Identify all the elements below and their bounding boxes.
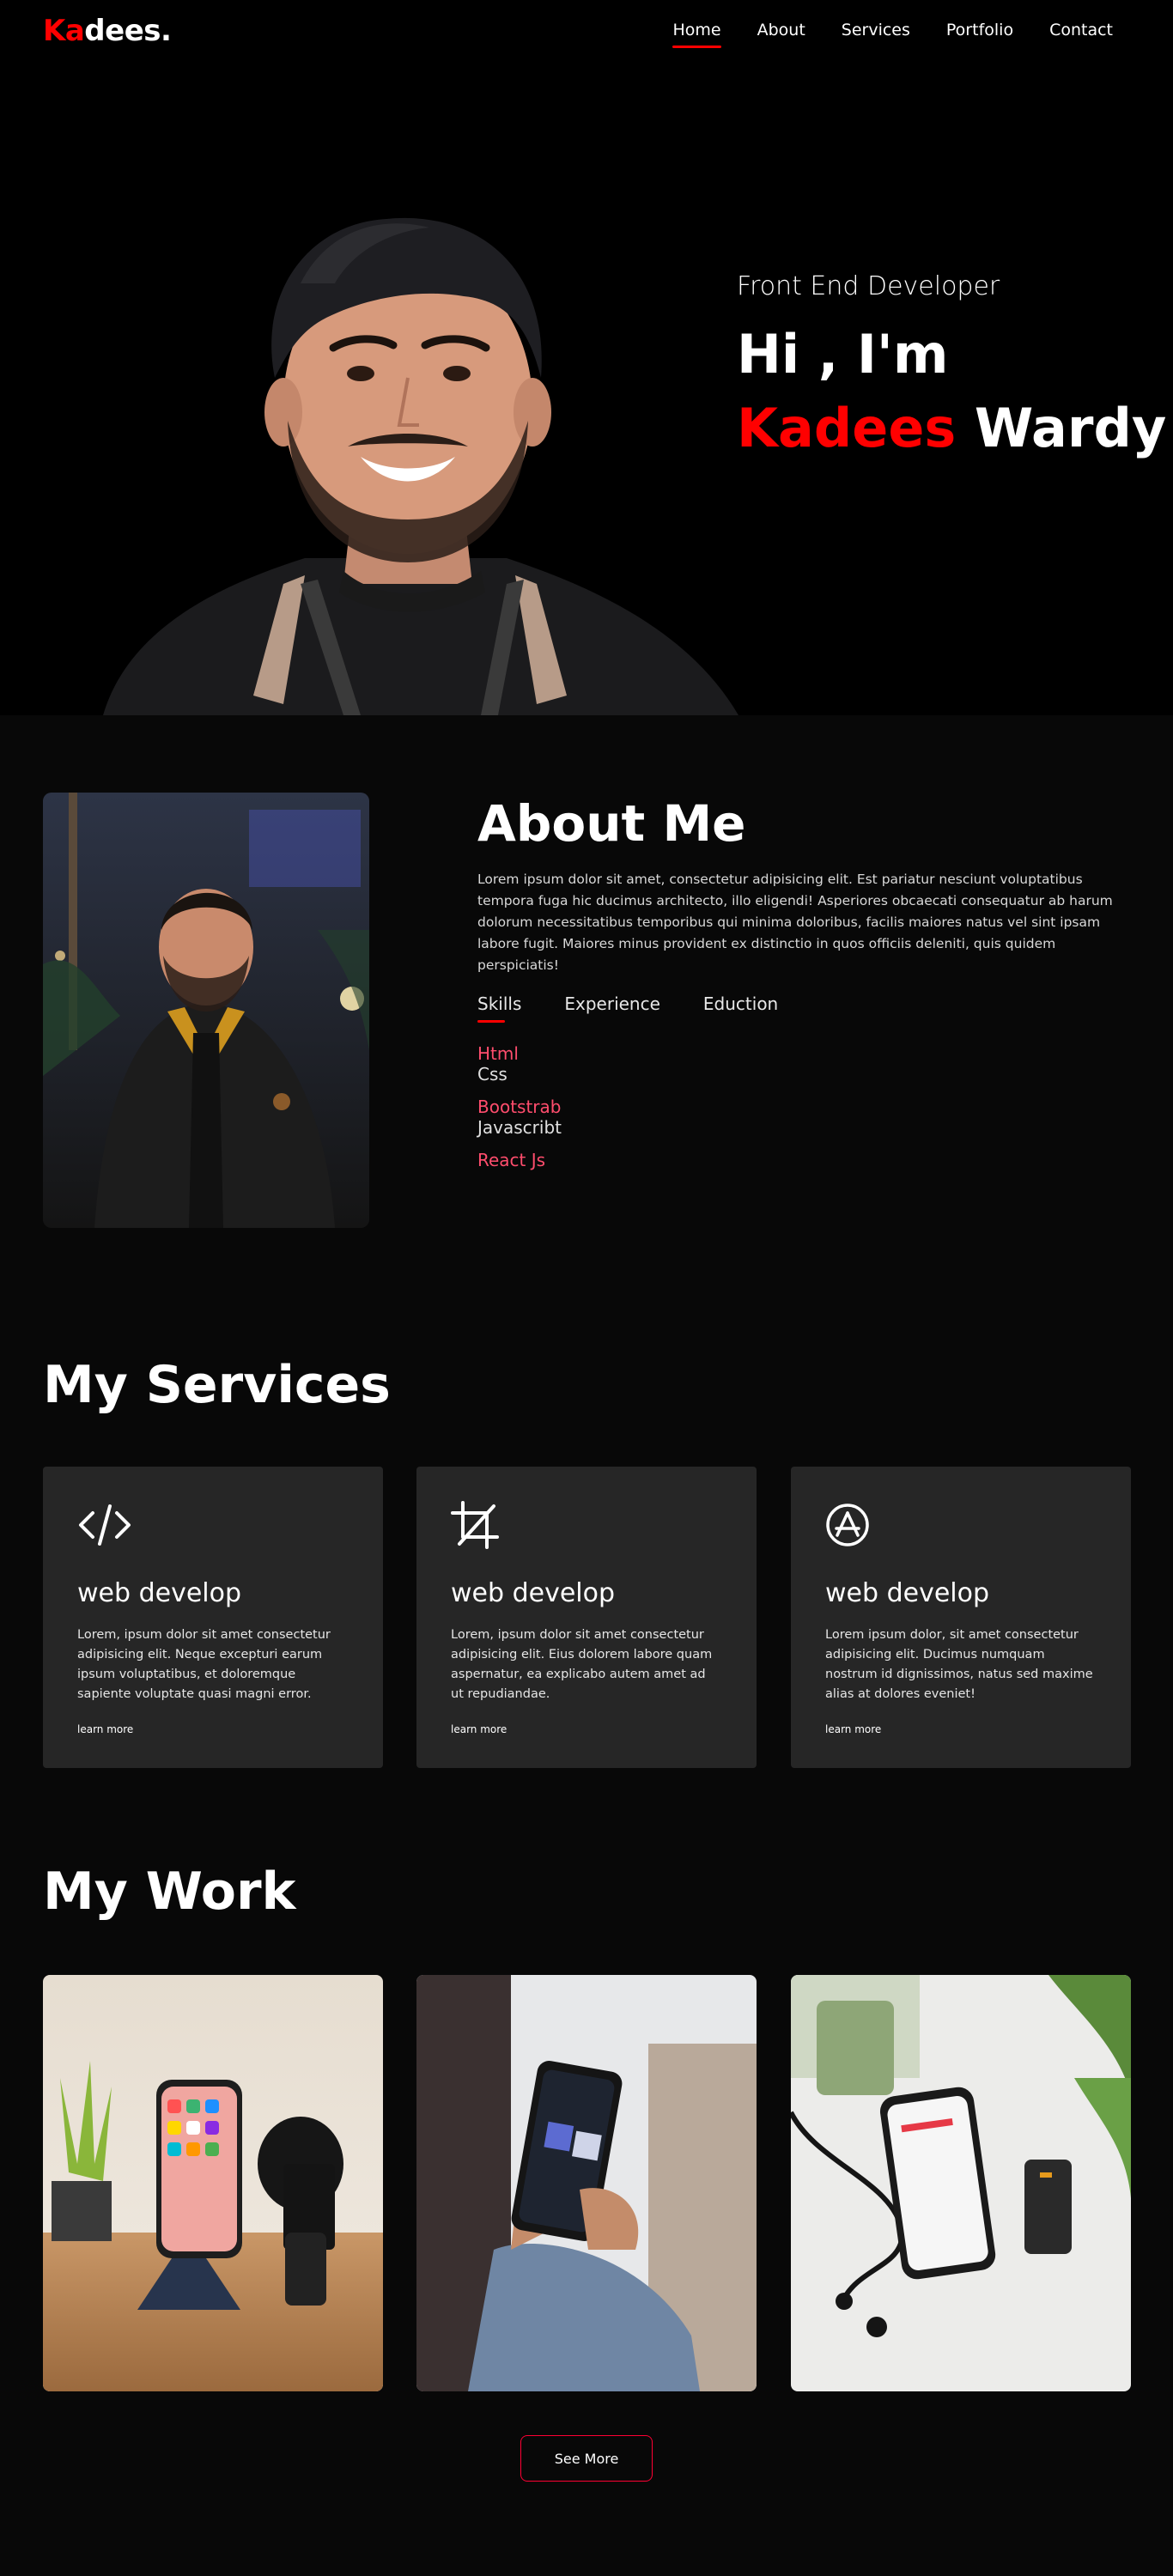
nav-contact[interactable]: Contact bbox=[1049, 21, 1113, 45]
portfolio-image bbox=[791, 1975, 1131, 2391]
app-store-icon bbox=[826, 1504, 869, 1546]
list-item: React Js bbox=[477, 1150, 1121, 1170]
top-navbar: Kadees. Home About Services Portfolio Co… bbox=[0, 0, 1173, 62]
hero-text: Front End Developer Hi , I'm Kadees Ward… bbox=[737, 271, 1166, 458]
code-icon bbox=[79, 1504, 131, 1546]
crop-icon bbox=[451, 1501, 499, 1549]
skill-sub: Css bbox=[477, 1063, 507, 1084]
tab-experience[interactable]: Experience bbox=[564, 993, 660, 1021]
service-card: web develop Lorem ipsum dolor, sit amet … bbox=[791, 1467, 1131, 1768]
see-more-button[interactable]: See More bbox=[520, 2435, 653, 2482]
service-text: Lorem, ipsum dolor sit amet consectetur … bbox=[77, 1628, 331, 1701]
hero-portrait bbox=[103, 217, 738, 715]
skills-list: Html Css Bootstrab Javascribt React Js bbox=[477, 1043, 1121, 1170]
list-item: Html Css bbox=[477, 1043, 1121, 1084]
nav-about[interactable]: About bbox=[757, 21, 805, 45]
about-section: About Me Lorem ipsum dolor sit amet, con… bbox=[477, 794, 1121, 1170]
skill-name: Bootstrab bbox=[477, 1096, 562, 1117]
work-card[interactable] bbox=[791, 1975, 1131, 2391]
service-card: web develop Lorem, ipsum dolor sit amet … bbox=[43, 1467, 383, 1768]
skill-sub: Javascribt bbox=[477, 1116, 562, 1138]
learn-more-link[interactable]: learn more bbox=[451, 1723, 722, 1735]
portfolio-image bbox=[43, 1975, 383, 2391]
about-tabs: Skills Experience Eduction bbox=[477, 993, 1121, 1023]
hero-greeting: Hi , I'm bbox=[737, 323, 949, 386]
about-title: About Me bbox=[477, 794, 746, 853]
nav-links: Home About Services Portfolio Contact bbox=[672, 21, 1113, 48]
tab-education[interactable]: Eduction bbox=[703, 993, 778, 1021]
service-text: Lorem, ipsum dolor sit amet consectetur … bbox=[451, 1628, 713, 1701]
hero-name: Kadees Wardy bbox=[737, 399, 1166, 458]
work-title: My Work bbox=[43, 1862, 296, 1922]
work-card[interactable] bbox=[416, 1975, 757, 2391]
skill-name: React Js bbox=[477, 1149, 546, 1170]
about-body: Lorem ipsum dolor sit amet, consectetur … bbox=[477, 871, 1113, 973]
learn-more-link[interactable]: learn more bbox=[77, 1723, 349, 1735]
hero-last-name: Wardy bbox=[974, 397, 1167, 460]
service-card: web develop Lorem, ipsum dolor sit amet … bbox=[416, 1467, 757, 1768]
skill-name: Html bbox=[477, 1042, 519, 1064]
nav-services[interactable]: Services bbox=[842, 21, 910, 45]
work-card[interactable] bbox=[43, 1975, 383, 2391]
service-text: Lorem ipsum dolor, sit amet consectetur … bbox=[825, 1628, 1093, 1701]
site-logo[interactable]: Kadees. bbox=[43, 14, 172, 48]
about-photo bbox=[43, 793, 369, 1228]
service-title: web develop bbox=[451, 1578, 616, 1608]
portfolio-image bbox=[416, 1975, 757, 2391]
nav-portfolio[interactable]: Portfolio bbox=[946, 21, 1013, 45]
list-item: Bootstrab Javascribt bbox=[477, 1097, 1121, 1138]
hero-first-name: Kadees bbox=[737, 397, 957, 460]
services-title: My Services bbox=[43, 1355, 391, 1415]
tab-skills[interactable]: Skills bbox=[477, 993, 521, 1023]
hero-section: Front End Developer Hi , I'm Kadees Ward… bbox=[0, 0, 1173, 715]
nav-home[interactable]: Home bbox=[672, 21, 721, 48]
hero-role: Front End Developer bbox=[737, 271, 1000, 301]
about-portrait bbox=[43, 793, 369, 1228]
service-title: web develop bbox=[77, 1578, 242, 1608]
learn-more-link[interactable]: learn more bbox=[825, 1723, 1097, 1735]
service-title: web develop bbox=[825, 1578, 990, 1608]
